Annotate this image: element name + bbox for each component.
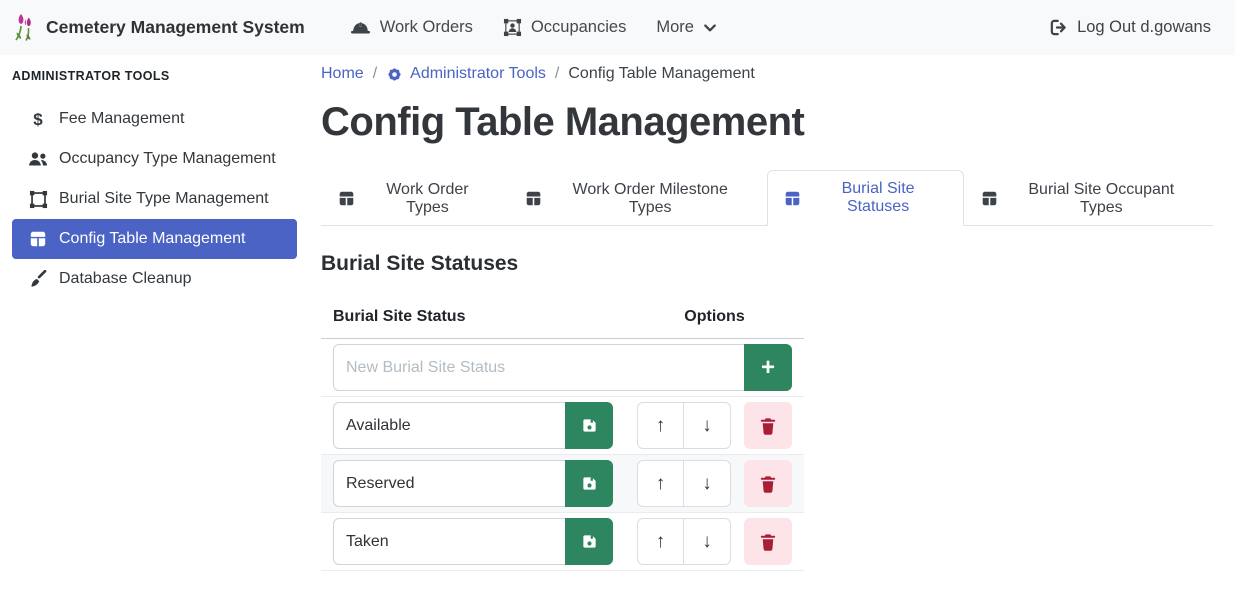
status-row: ↑ ↓ — [321, 397, 804, 455]
app-brand[interactable]: Cemetery Management System — [14, 13, 305, 43]
save-status-button[interactable] — [565, 460, 613, 507]
burial-site-status-table: Burial Site Status Options + — [321, 302, 804, 571]
move-down-button[interactable]: ↓ — [684, 519, 730, 564]
hard-hat-icon — [350, 19, 371, 36]
status-row: ↑ ↓ — [321, 455, 804, 513]
users-icon — [27, 150, 49, 168]
table-icon — [525, 190, 542, 207]
config-tabs: Work Order Types Work Order Milestone Ty… — [321, 170, 1213, 226]
delete-status-button[interactable] — [744, 402, 792, 449]
status-row: ↑ ↓ — [321, 513, 804, 571]
table-icon — [338, 190, 355, 207]
column-header-options: Options — [625, 302, 804, 339]
column-header-status: Burial Site Status — [321, 302, 625, 339]
trash-icon — [760, 417, 776, 435]
tulip-logo-icon — [14, 13, 36, 43]
broom-icon — [29, 270, 48, 289]
arrow-down-icon: ↓ — [702, 531, 712, 553]
breadcrumb-home-link[interactable]: Home — [321, 65, 364, 83]
move-up-button[interactable]: ↑ — [638, 519, 684, 564]
breadcrumb-admin-tools-link[interactable]: Administrator Tools — [386, 65, 546, 83]
dollar-icon: $ — [33, 111, 42, 128]
breadcrumb: Home / Administrator Tools / Config Tabl… — [321, 65, 1213, 83]
chevron-down-icon — [703, 21, 717, 35]
move-up-button[interactable]: ↑ — [638, 461, 684, 506]
breadcrumb-admin-tools-label: Administrator Tools — [410, 65, 546, 83]
status-input[interactable] — [333, 460, 566, 507]
save-icon — [581, 417, 598, 434]
occupancy-viewfinder-icon — [503, 18, 522, 37]
nav-more-label: More — [656, 18, 694, 37]
breadcrumb-home-label: Home — [321, 65, 364, 83]
move-up-button[interactable]: ↑ — [638, 403, 684, 448]
tab-work-order-milestone-types[interactable]: Work Order Milestone Types — [508, 170, 767, 226]
add-status-button[interactable]: + — [744, 344, 792, 391]
sidebar-item-label: Database Cleanup — [59, 270, 192, 288]
breadcrumb-current: Config Table Management — [568, 65, 755, 83]
main-content: Home / Administrator Tools / Config Tabl… — [310, 55, 1235, 571]
arrow-up-icon: ↑ — [656, 531, 666, 553]
sidebar-item-config-table-management[interactable]: Config Table Management — [12, 219, 297, 259]
plus-icon: + — [761, 356, 775, 380]
move-down-button[interactable]: ↓ — [684, 461, 730, 506]
nav-work-orders[interactable]: Work Orders — [335, 18, 488, 37]
new-status-input[interactable] — [333, 344, 745, 391]
delete-status-button[interactable] — [744, 518, 792, 565]
sidebar-item-fee-management[interactable]: $ Fee Management — [12, 99, 297, 139]
move-down-button[interactable]: ↓ — [684, 403, 730, 448]
table-icon — [981, 190, 998, 207]
top-navbar: Cemetery Management System Work Orders O… — [0, 0, 1235, 55]
trash-icon — [760, 533, 776, 551]
arrow-up-icon: ↑ — [656, 473, 666, 495]
page-title: Config Table Management — [321, 97, 1213, 147]
gear-icon — [386, 66, 403, 83]
arrow-down-icon: ↓ — [702, 473, 712, 495]
status-input[interactable] — [333, 402, 566, 449]
tab-burial-site-occupant-types[interactable]: Burial Site Occupant Types — [964, 170, 1213, 226]
app-title: Cemetery Management System — [46, 17, 305, 38]
main-nav: Work Orders Occupancies More — [335, 18, 732, 37]
breadcrumb-separator: / — [373, 65, 377, 83]
save-status-button[interactable] — [565, 402, 613, 449]
new-status-row: + — [321, 339, 804, 397]
reorder-button-group: ↑ ↓ — [637, 402, 731, 449]
breadcrumb-separator: / — [555, 65, 559, 83]
sidebar-item-label: Fee Management — [59, 110, 184, 128]
sidebar-item-database-cleanup[interactable]: Database Cleanup — [12, 259, 297, 299]
sidebar-item-burial-site-type-management[interactable]: Burial Site Type Management — [12, 179, 297, 219]
delete-status-button[interactable] — [744, 460, 792, 507]
tab-label: Work Order Milestone Types — [551, 181, 750, 217]
tab-label: Work Order Types — [364, 181, 491, 217]
arrow-down-icon: ↓ — [702, 415, 712, 437]
tab-burial-site-statuses[interactable]: Burial Site Statuses — [767, 170, 964, 226]
reorder-button-group: ↑ ↓ — [637, 518, 731, 565]
reorder-button-group: ↑ ↓ — [637, 460, 731, 507]
logout-button[interactable]: Log Out d.gowans — [1043, 17, 1217, 38]
sidebar-item-label: Config Table Management — [59, 230, 246, 248]
table-icon — [29, 230, 47, 248]
logout-icon — [1049, 18, 1068, 37]
save-status-button[interactable] — [565, 518, 613, 565]
logout-label: Log Out d.gowans — [1077, 18, 1211, 37]
sidebar-item-label: Burial Site Type Management — [59, 190, 269, 208]
status-input[interactable] — [333, 518, 566, 565]
tab-label: Burial Site Occupant Types — [1007, 181, 1196, 217]
nav-occupancies-label: Occupancies — [531, 18, 626, 37]
save-icon — [581, 475, 598, 492]
tab-work-order-types[interactable]: Work Order Types — [321, 170, 508, 226]
sidebar-item-label: Occupancy Type Management — [59, 150, 276, 168]
vector-square-icon — [29, 190, 48, 209]
nav-work-orders-label: Work Orders — [380, 18, 473, 37]
trash-icon — [760, 475, 776, 493]
sidebar-item-occupancy-type-management[interactable]: Occupancy Type Management — [12, 139, 297, 179]
arrow-up-icon: ↑ — [656, 415, 666, 437]
admin-sidebar: ADMINISTRATOR TOOLS $ Fee Management Occ… — [0, 55, 310, 299]
section-heading: Burial Site Statuses — [321, 252, 1213, 276]
tab-label: Burial Site Statuses — [810, 180, 947, 216]
nav-occupancies[interactable]: Occupancies — [488, 18, 641, 37]
sidebar-heading: ADMINISTRATOR TOOLS — [12, 69, 310, 83]
save-icon — [581, 533, 598, 550]
nav-more[interactable]: More — [641, 18, 732, 37]
table-icon — [784, 190, 801, 207]
